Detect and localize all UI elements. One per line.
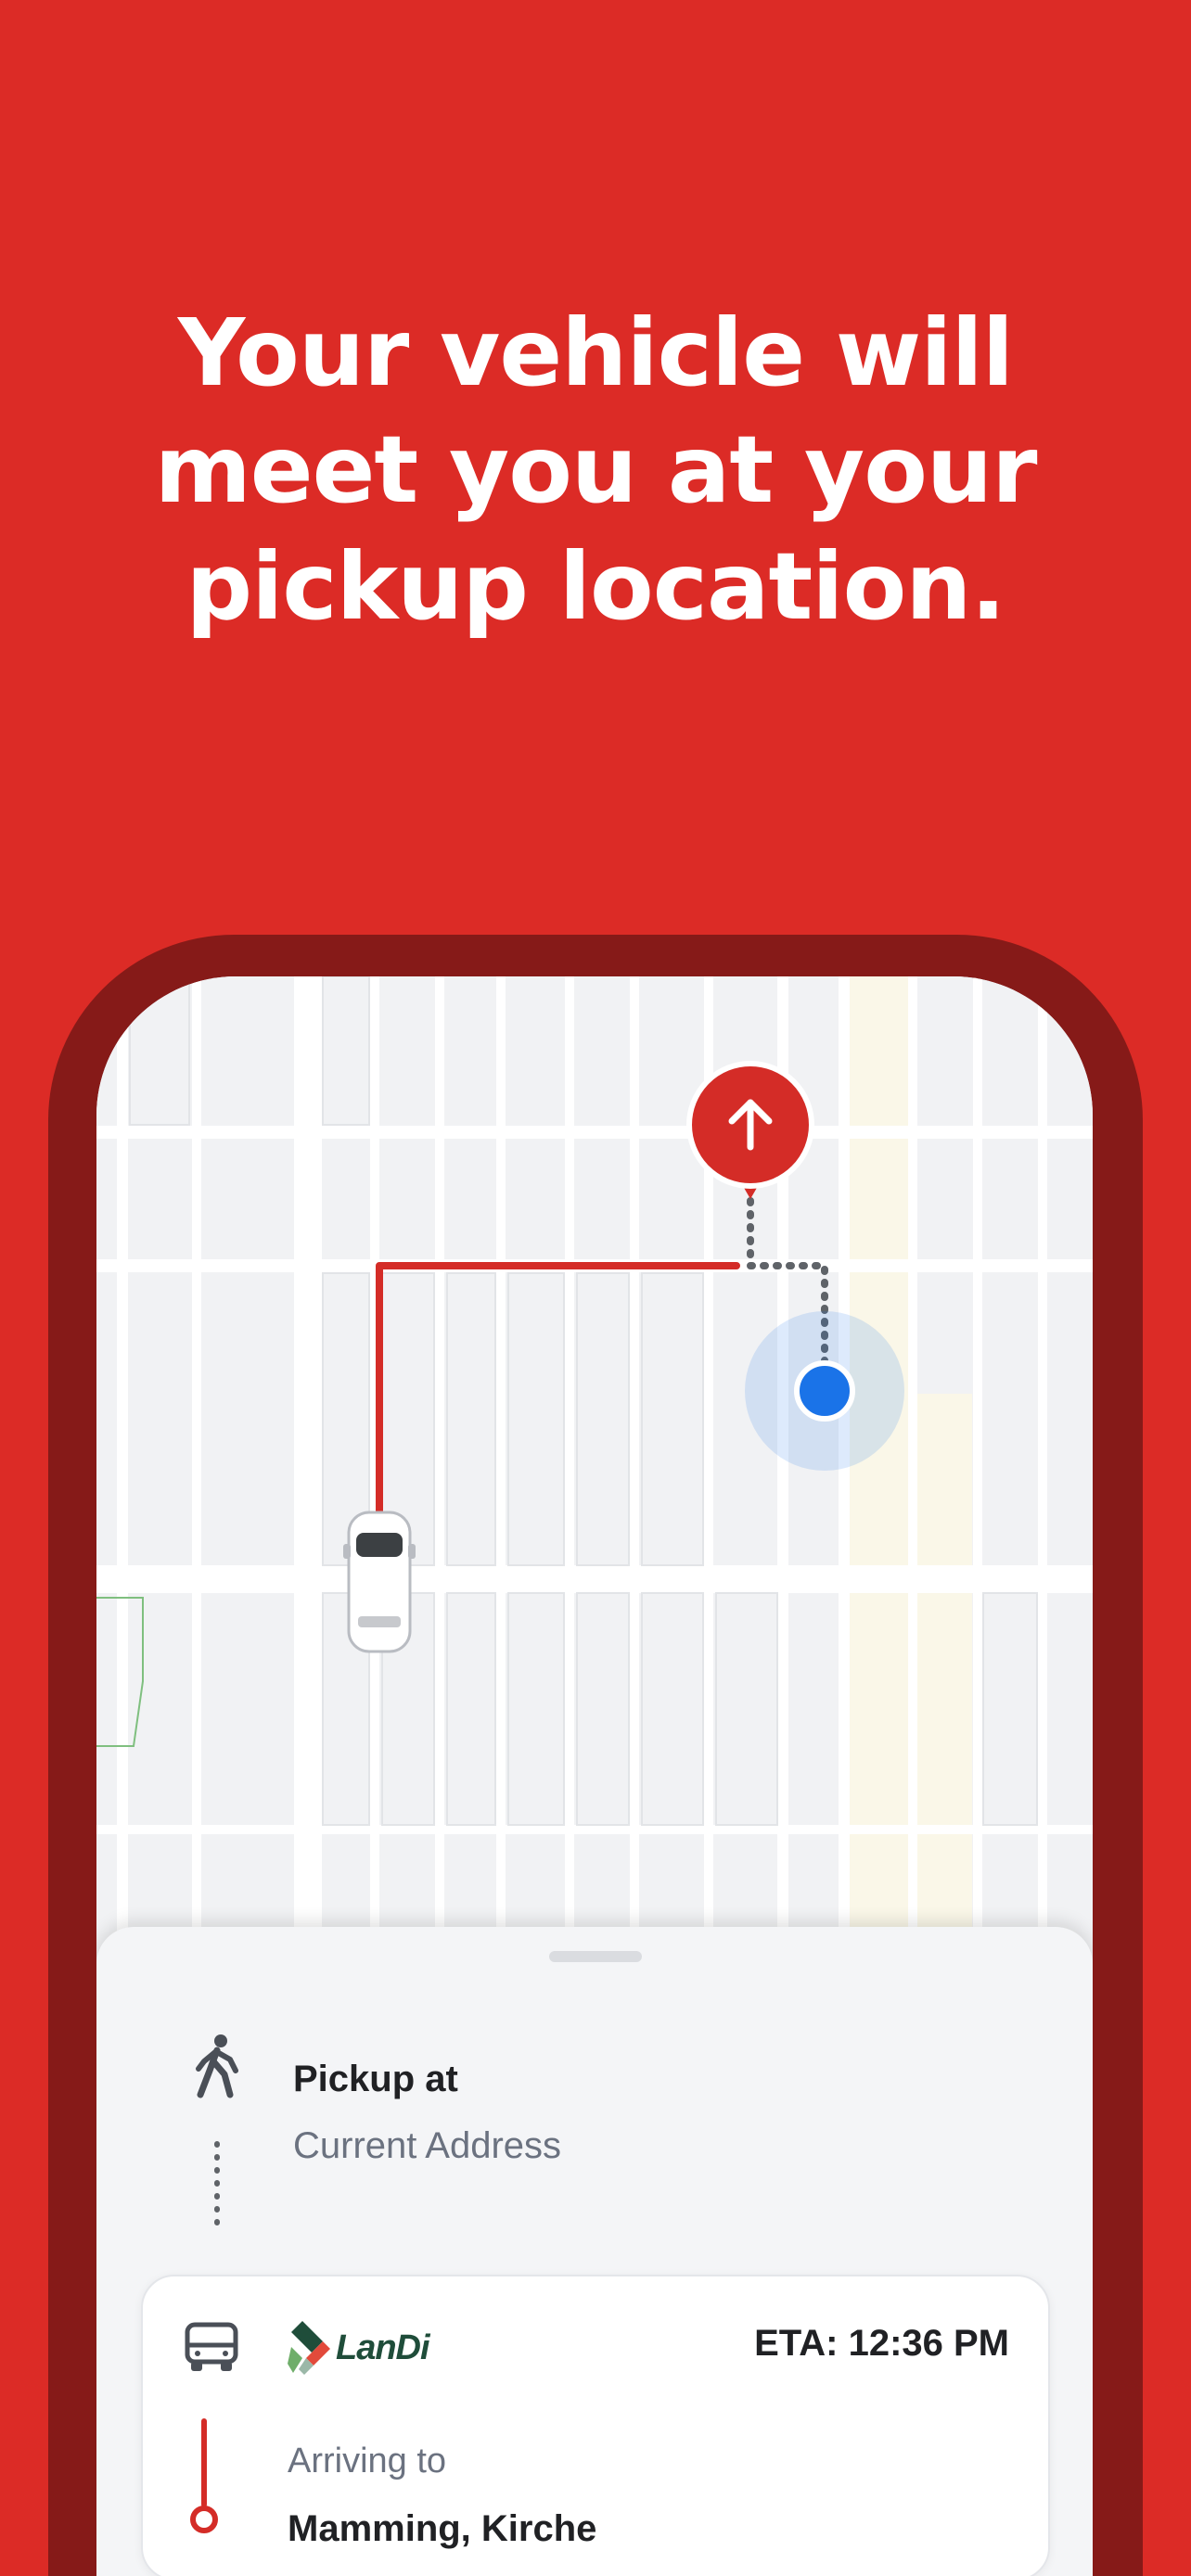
van-top-view-icon <box>343 1511 416 1653</box>
brand-name: LanDi <box>336 2328 430 2367</box>
eta-label: ETA: 12:36 PM <box>754 2323 1009 2364</box>
brand-logo <box>288 2321 330 2375</box>
walking-person-icon <box>196 2034 238 2098</box>
park-area <box>844 976 909 1959</box>
headline: Your vehicle will meet you at your picku… <box>0 295 1191 645</box>
walking-path-indicator <box>214 2141 220 2228</box>
map[interactable] <box>96 976 1093 1959</box>
ride-card[interactable]: LanDi ETA: 12:36 PM Arriving to Mamming,… <box>141 2275 1050 2576</box>
headline-line-1: Your vehicle will <box>177 299 1014 407</box>
headline-line-2: meet you at your <box>154 415 1038 524</box>
destination-label: Mamming, Kirche <box>288 2508 597 2549</box>
bottom-sheet: Pickup at Current Address LanDi ETA: 12:… <box>96 1927 1093 2576</box>
arriving-label: Arriving to <box>288 2442 447 2480</box>
phone-screen: Pickup at Current Address LanDi ETA: 12:… <box>96 976 1093 2576</box>
pickup-label: Pickup at <box>293 2059 458 2099</box>
headline-line-3: pickup location. <box>186 532 1006 641</box>
sheet-grabber[interactable] <box>549 1951 642 1962</box>
blue-dot-icon <box>794 1360 855 1422</box>
pickup-address[interactable]: Current Address <box>293 2125 561 2167</box>
van-icon <box>185 2322 238 2371</box>
route-endpoint-icon <box>190 2418 218 2533</box>
park-area <box>916 1394 972 1950</box>
